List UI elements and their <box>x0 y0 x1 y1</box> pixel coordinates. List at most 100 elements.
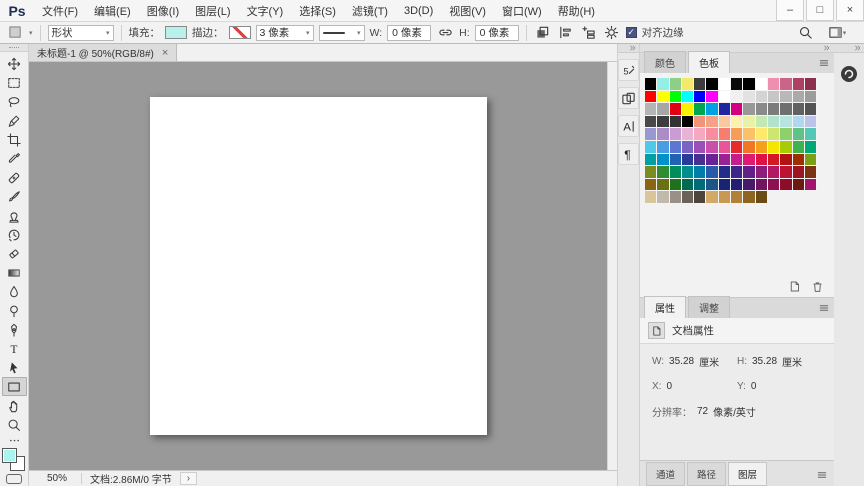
marquee-tool[interactable] <box>2 73 27 92</box>
color-swatch-7-5[interactable] <box>706 166 719 179</box>
color-swatch-5-9[interactable] <box>755 140 768 154</box>
color-swatch-7-3[interactable] <box>681 166 695 179</box>
menu-item-8[interactable]: 视图(V) <box>441 0 494 21</box>
menu-item-2[interactable]: 图像(I) <box>139 0 187 21</box>
color-swatch-9-7[interactable] <box>731 191 744 204</box>
tools-panel-grip[interactable] <box>0 44 28 52</box>
zoom-level-field[interactable]: 50% <box>29 473 83 484</box>
color-swatch-7-1[interactable] <box>657 166 670 179</box>
history-panel-icon[interactable]: 5 <box>618 59 639 81</box>
color-swatch-8-1[interactable] <box>657 178 670 192</box>
color-swatch-6-10[interactable] <box>767 153 781 167</box>
color-swatch-4-13[interactable] <box>804 128 818 141</box>
color-swatch-9-4[interactable] <box>694 191 707 204</box>
color-swatch-5-10[interactable] <box>767 140 781 154</box>
color-swatch-1-4[interactable] <box>694 90 707 104</box>
fill-color-swatch[interactable] <box>165 26 188 39</box>
color-swatch-3-6[interactable] <box>718 115 732 129</box>
color-swatch-4-11[interactable] <box>780 128 793 141</box>
color-swatch-6-7[interactable] <box>731 153 744 167</box>
color-swatch-1-1[interactable] <box>657 90 670 104</box>
path-selection-tool[interactable] <box>2 358 27 377</box>
menu-item-1[interactable]: 编辑(E) <box>86 0 139 21</box>
right-strip-collapse-icon[interactable] <box>834 44 864 53</box>
color-swatch-7-13[interactable] <box>804 166 818 179</box>
menu-item-3[interactable]: 图层(L) <box>187 0 238 21</box>
color-swatch-6-11[interactable] <box>780 153 793 167</box>
tab-layers[interactable]: 图层 <box>728 461 768 486</box>
color-swatch-4-12[interactable] <box>792 128 805 141</box>
color-swatch-3-1[interactable] <box>657 115 670 129</box>
color-swatch-2-7[interactable] <box>731 103 744 116</box>
color-swatch-7-0[interactable] <box>645 166 658 179</box>
color-swatch-2-6[interactable] <box>718 103 732 116</box>
color-swatch-6-12[interactable] <box>792 153 805 167</box>
tool-preset-arrow-icon[interactable]: ▾ <box>29 29 33 37</box>
color-swatch-9-5[interactable] <box>706 191 719 204</box>
color-swatch-6-3[interactable] <box>681 153 695 167</box>
eraser-tool[interactable] <box>2 244 27 263</box>
color-swatch-3-2[interactable] <box>669 115 682 129</box>
color-swatch-0-1[interactable] <box>657 78 670 91</box>
menu-item-10[interactable]: 帮助(H) <box>550 0 603 21</box>
color-swatch-9-3[interactable] <box>681 191 695 204</box>
color-swatch-1-5[interactable] <box>706 90 719 104</box>
color-swatch-6-5[interactable] <box>706 153 719 167</box>
foreground-color-swatch[interactable] <box>2 448 17 463</box>
color-swatch-3-4[interactable] <box>694 115 707 129</box>
color-swatch-6-4[interactable] <box>694 153 707 167</box>
color-swatch-5-3[interactable] <box>681 140 695 154</box>
color-swatch-0-2[interactable] <box>669 78 682 91</box>
color-swatch-4-0[interactable] <box>645 128 658 141</box>
history-brush-tool[interactable] <box>2 225 27 244</box>
color-swatch-6-9[interactable] <box>755 153 768 167</box>
color-swatch-9-1[interactable] <box>657 191 670 204</box>
path-arrangement-icon[interactable] <box>580 24 598 42</box>
color-swatch-7-9[interactable] <box>755 166 768 179</box>
color-swatch-8-10[interactable] <box>767 178 781 192</box>
shape-settings-gear-icon[interactable] <box>603 24 621 42</box>
lasso-tool[interactable] <box>2 92 27 111</box>
color-swatch-0-4[interactable] <box>694 78 707 91</box>
menu-item-9[interactable]: 窗口(W) <box>494 0 550 21</box>
color-swatch-8-9[interactable] <box>755 178 768 192</box>
color-swatch-7-6[interactable] <box>718 166 732 179</box>
zoom-tool[interactable] <box>2 415 27 434</box>
stroke-width-select[interactable]: 3 像素 ▾ <box>255 24 314 41</box>
shape-height-input[interactable]: 0 像素 <box>474 24 519 41</box>
color-swatch-2-0[interactable] <box>645 103 658 116</box>
color-swatch-4-3[interactable] <box>681 128 695 141</box>
color-swatch-6-1[interactable] <box>657 153 670 167</box>
color-swatch-0-0[interactable] <box>645 78 658 91</box>
swatches-panel-menu-icon[interactable] <box>818 57 830 69</box>
color-swatch-0-11[interactable] <box>780 78 793 91</box>
color-swatch-4-6[interactable] <box>718 128 732 141</box>
color-swatch-7-11[interactable] <box>780 166 793 179</box>
color-swatch-4-10[interactable] <box>767 128 781 141</box>
color-swatch-8-7[interactable] <box>731 178 744 192</box>
clone-stamp-tool[interactable] <box>2 206 27 225</box>
tab-adjustments[interactable]: 调整 <box>688 296 730 318</box>
color-swatch-0-5[interactable] <box>706 78 719 91</box>
path-operations-icon[interactable] <box>534 24 552 42</box>
close-button[interactable]: × <box>836 0 864 21</box>
color-swatch-0-7[interactable] <box>731 78 744 91</box>
canvas-workspace[interactable] <box>29 62 607 470</box>
tab-channels[interactable]: 通道 <box>646 461 686 486</box>
tab-properties[interactable]: 属性 <box>644 296 686 318</box>
color-swatch-8-4[interactable] <box>694 178 707 192</box>
gradient-tool[interactable] <box>2 263 27 282</box>
color-swatch-8-6[interactable] <box>718 178 732 192</box>
color-swatch-2-10[interactable] <box>767 103 781 116</box>
color-swatch-0-12[interactable] <box>792 78 805 91</box>
color-swatch-6-2[interactable] <box>669 153 682 167</box>
color-swatch-0-9[interactable] <box>755 78 768 91</box>
color-swatch-8-13[interactable] <box>804 178 818 192</box>
document-tab[interactable]: 未标题-1 @ 50%(RGB/8#) × <box>29 44 178 61</box>
color-swatch-8-11[interactable] <box>780 178 793 192</box>
color-swatch-2-12[interactable] <box>792 103 805 116</box>
color-swatch-1-2[interactable] <box>669 90 682 104</box>
color-swatch-9-0[interactable] <box>645 191 658 204</box>
color-swatch-7-4[interactable] <box>694 166 707 179</box>
color-swatch-8-3[interactable] <box>681 178 695 192</box>
